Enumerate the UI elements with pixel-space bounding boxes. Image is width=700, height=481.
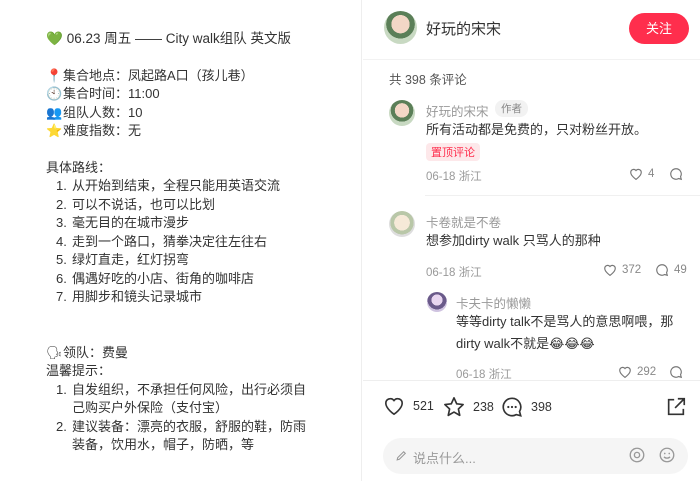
tips-heading: 温馨提示： (46, 363, 112, 378)
follow-button[interactable]: 关注 (629, 13, 689, 44)
meeting-time-line: 🕙集合时间：11:00 (46, 85, 346, 104)
interaction-bar: 521 238 398 说点什么... (363, 380, 700, 481)
reply-avatar[interactable] (427, 292, 447, 312)
comment-like-button[interactable]: 372 (603, 263, 641, 276)
comment-divider (425, 195, 700, 196)
group-size-line: 👥组队人数：10 (46, 104, 346, 123)
speaking-head-icon: 🗣 (46, 344, 63, 360)
meeting-place-line: 📍集合地点：凤起路A口（孩儿巷） (46, 67, 346, 86)
note-title-line: 💚 06.23 周五 —— City walk组队 英文版 (46, 30, 346, 49)
leader-line: 🗣领队：费曼 (46, 344, 346, 363)
mention-icon[interactable] (628, 446, 646, 464)
share-button[interactable] (665, 396, 687, 418)
comments-count: 共 398 条评论 (389, 73, 467, 87)
comment-reply-button[interactable] (669, 167, 683, 181)
comment-input[interactable]: 说点什么... (383, 438, 688, 474)
chat-bubble-icon (670, 366, 683, 379)
route-list: 1. 从开始到结束，全程只能用英语交流 2. 可以不说话，也可以比划 3. 毫无目的在… (56, 177, 346, 307)
route-item: 7. 用脚步和镜头记录城市 (56, 289, 203, 304)
emoji-icon[interactable] (658, 446, 676, 464)
clock-icon: 🕙 (46, 86, 63, 101)
reply-reply-button[interactable] (669, 365, 683, 379)
group-size: 组队人数：10 (63, 104, 143, 120)
pencil-icon (396, 450, 407, 461)
green-heart-icon: 💚 (46, 31, 63, 46)
comment-meta: 06-18 浙江 (426, 267, 482, 279)
chat-bubble-icon (670, 168, 683, 181)
star-icon (444, 397, 464, 417)
comment-text: 想参加dirty walk 只骂人的那种 (426, 233, 601, 248)
heart-icon (619, 366, 631, 378)
reply-author[interactable]: 卡夫卡的懒懒 (456, 293, 531, 312)
heart-icon (384, 397, 404, 416)
note-content: 💚 06.23 周五 —— City walk组队 英文版 📍集合地点：凤起路A… (46, 30, 346, 455)
note-panel: 💚 06.23 周五 —— City walk组队 英文版 📍集合地点：凤起路A… (0, 0, 362, 481)
star-icon: ⭐ (46, 123, 63, 138)
people-icon: 👥 (46, 104, 63, 120)
tips-list: 1. 自发组织，不承担任何风险，出行必须自己购买户外保险（支付宝） 2. 建议装备：… (46, 381, 346, 455)
comment-button[interactable]: 398 (501, 396, 552, 418)
author-tag: 作者 (495, 100, 528, 117)
comment-reply-button[interactable]: 49 (655, 263, 687, 277)
author-avatar[interactable] (384, 11, 417, 44)
collect-button[interactable]: 238 (443, 396, 494, 417)
route-heading: 具体路线： (46, 159, 112, 175)
comment-bubble-icon (502, 397, 522, 417)
comment-like-button[interactable]: 4 (629, 167, 654, 180)
comment-placeholder: 说点什么... (413, 451, 476, 466)
meeting-time: 集合时间：11:00 (63, 86, 160, 101)
heart-icon (630, 168, 642, 180)
author-name[interactable]: 好玩的宋宋 (426, 18, 501, 39)
like-button[interactable]: 521 (383, 396, 434, 416)
comment-avatar[interactable] (389, 211, 415, 237)
route-item: 5. 绿灯直走，红灯拐弯 (56, 252, 190, 267)
reply-text: 等等dirty talk不是骂人的意思啊喂，那dirty walk不就是😂😂😂 (456, 314, 674, 351)
pinned-badge: 置顶评论 (426, 143, 480, 161)
note-title: 06.23 周五 —— City walk组队 英文版 (66, 31, 292, 46)
meeting-place: 集合地点：凤起路A口（孩儿巷） (63, 67, 254, 83)
comments-panel: 好玩的宋宋 关注 共 398 条评论 好玩的宋宋 作者 所有活动都是免费的，只对… (363, 0, 700, 481)
comment-author[interactable]: 好玩的宋宋 (426, 101, 489, 120)
like-count: 521 (413, 399, 434, 413)
comment-meta: 06-18 浙江 (426, 171, 482, 183)
collect-count: 238 (473, 399, 494, 414)
pin-icon: 📍 (46, 67, 63, 83)
share-icon (667, 397, 686, 416)
difficulty-line: ⭐难度指数：无 (46, 122, 346, 141)
chat-bubble-icon (656, 264, 669, 277)
tip-item: 2. 建议装备：漂亮的衣服，舒服的鞋，防雨装备，饮用水，帽子，防晒，等 (56, 418, 307, 453)
heart-icon (604, 264, 616, 276)
reply-like-button[interactable]: 292 (618, 365, 656, 378)
difficulty: 难度指数：无 (63, 123, 142, 138)
route-item: 6. 偶遇好吃的小店、街角的咖啡店 (56, 270, 255, 286)
route-item: 2. 可以不说话，也可以比划 (56, 196, 216, 212)
comment-text: 所有活动都是免费的，只对粉丝开放。 (426, 122, 648, 137)
comment-avatar[interactable] (389, 100, 415, 126)
route-item: 4. 走到一个路口，猜拳决定往左往右 (56, 233, 268, 249)
comment-author[interactable]: 卡卷就是不卷 (426, 212, 501, 231)
route-item: 1. 从开始到结束，全程只能用英语交流 (56, 178, 281, 193)
tip-item: 1. 自发组织，不承担任何风险，出行必须自己购买户外保险（支付宝） (56, 381, 307, 416)
route-item: 3. 毫无目的在城市漫步 (56, 215, 190, 230)
comment-count: 398 (531, 400, 552, 414)
author-header: 好玩的宋宋 关注 (363, 0, 700, 60)
leader: 领队：费曼 (63, 344, 129, 360)
